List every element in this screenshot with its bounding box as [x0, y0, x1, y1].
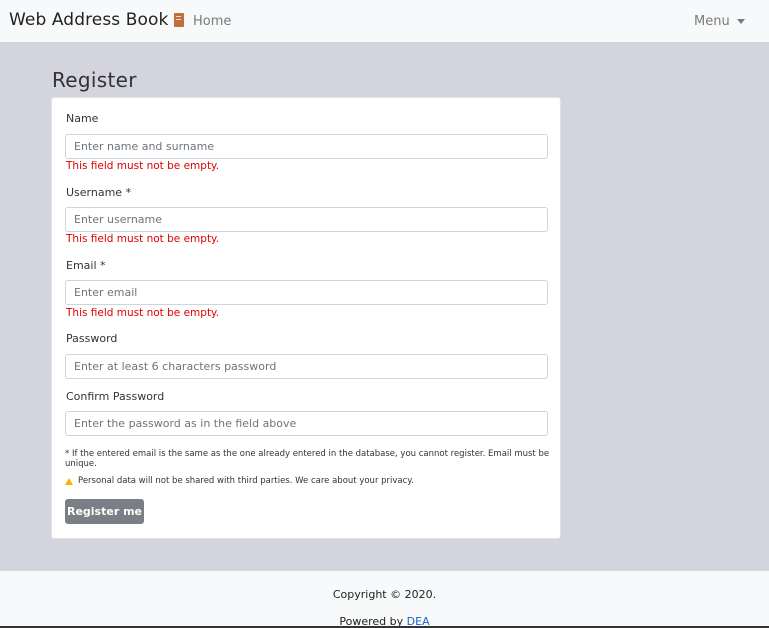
warning-icon — [65, 477, 73, 485]
privacy-note: Personal data will not be shared with th… — [65, 476, 414, 486]
footer-copyright: Copyright © 2020. — [332, 588, 437, 601]
password-label: Password — [66, 332, 118, 345]
email-label: Email * — [66, 259, 106, 272]
brand-title: Web Address Book — [9, 10, 169, 30]
name-error: This field must not be empty. — [66, 160, 220, 172]
name-label: Name — [66, 112, 99, 125]
confirm-password-input[interactable] — [65, 411, 548, 436]
register-button[interactable]: Register me — [65, 499, 144, 524]
book-icon — [174, 13, 185, 27]
nav-home-link[interactable]: Home — [193, 14, 231, 29]
username-error: This field must not be empty. — [66, 233, 220, 245]
page-title: Register — [52, 68, 137, 92]
menu-dropdown-toggle[interactable]: Menu — [694, 14, 745, 29]
navbar: Web Address Book Home Menu — [0, 0, 769, 42]
confirm-password-label: Confirm Password — [66, 390, 165, 403]
privacy-note-text: Personal data will not be shared with th… — [78, 476, 414, 486]
name-input[interactable] — [65, 134, 548, 159]
menu-label: Menu — [694, 14, 730, 29]
username-input[interactable] — [65, 207, 548, 232]
register-form-card: Name This field must not be empty. Usern… — [51, 97, 561, 539]
password-input[interactable] — [65, 354, 548, 379]
username-label: Username * — [66, 186, 132, 199]
caret-down-icon — [736, 19, 745, 24]
email-input[interactable] — [65, 280, 548, 305]
email-error: This field must not be empty. — [66, 307, 220, 319]
brand-link[interactable]: Web Address Book — [9, 10, 185, 30]
email-unique-note: * If the entered email is the same as th… — [65, 449, 550, 469]
